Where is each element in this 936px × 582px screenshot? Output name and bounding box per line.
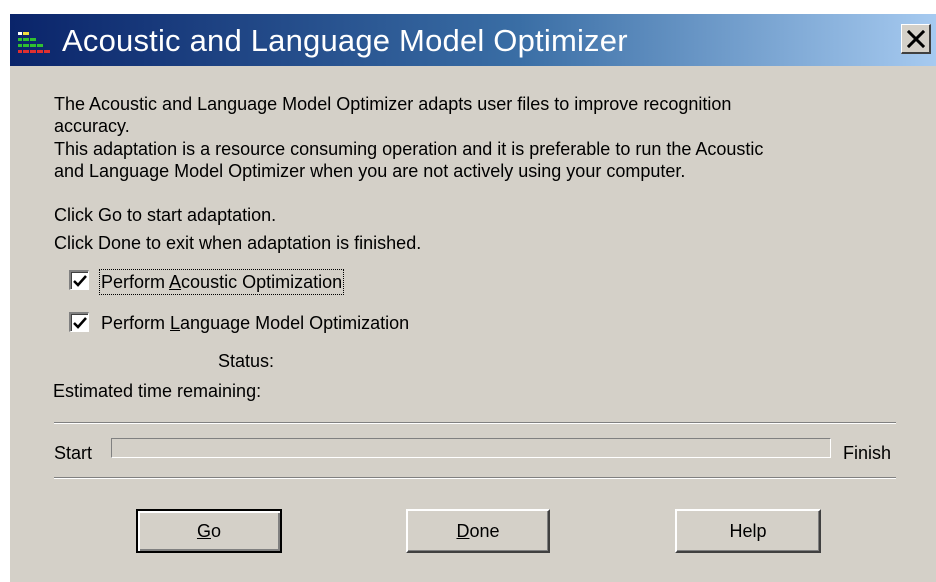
- acoustic-optimization-checkbox[interactable]: [69, 270, 89, 290]
- language-model-optimization-label[interactable]: Perform Language Model Optimization: [101, 312, 409, 334]
- done-button[interactable]: Done: [406, 509, 550, 553]
- app-icon: [18, 32, 50, 53]
- window-title: Acoustic and Language Model Optimizer: [62, 23, 628, 58]
- checkmark-icon: [73, 317, 87, 329]
- description-line-3: This adaptation is a resource consuming …: [54, 139, 764, 159]
- instruction-go: Click Go to start adaptation.: [54, 205, 277, 225]
- language-model-optimization-checkbox[interactable]: [69, 312, 89, 332]
- title-bar[interactable]: Acoustic and Language Model Optimizer: [10, 14, 936, 66]
- checkmark-icon: [73, 275, 87, 287]
- close-icon: [906, 29, 925, 48]
- progress-finish-label: Finish: [843, 443, 892, 463]
- description-line-1: The Acoustic and Language Model Optimize…: [54, 94, 732, 114]
- instruction-done: Click Done to exit when adaptation is fi…: [54, 233, 422, 253]
- go-button[interactable]: Go: [136, 509, 282, 553]
- adaptation-progress-bar: [111, 438, 831, 458]
- status-label: Status:: [218, 351, 275, 371]
- close-button[interactable]: [901, 24, 931, 54]
- progress-start-label: Start: [54, 443, 93, 463]
- separator-top: [54, 422, 896, 424]
- optimizer-dialog: Acoustic and Language Model Optimizer Th…: [8, 12, 936, 582]
- description-line-4: and Language Model Optimizer when you ar…: [54, 161, 686, 181]
- help-button[interactable]: Help: [675, 509, 821, 553]
- description-line-2: accuracy.: [54, 116, 130, 136]
- separator-bottom: [54, 477, 896, 479]
- estimated-time-label: Estimated time remaining:: [53, 381, 262, 401]
- acoustic-optimization-label[interactable]: Perform Acoustic Optimization: [98, 269, 345, 295]
